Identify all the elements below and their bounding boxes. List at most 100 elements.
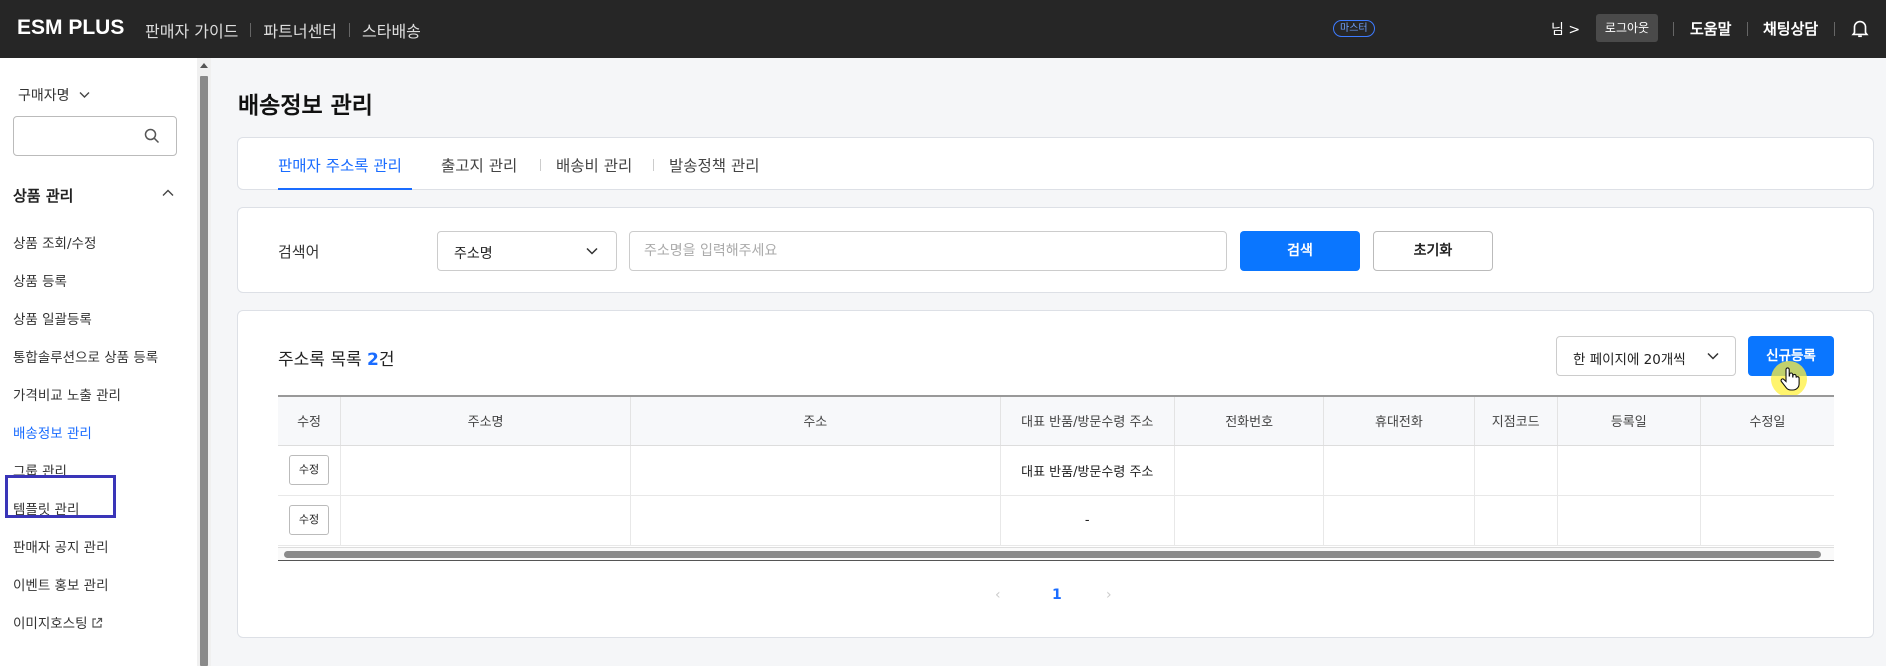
buyer-select[interactable]: 구매자명 bbox=[18, 85, 90, 105]
column-header: 휴대전화 bbox=[1323, 395, 1475, 446]
sidebar-item-solution-register[interactable]: 통합솔루션으로 상품 등록 bbox=[13, 348, 183, 386]
created-date-cell bbox=[1557, 445, 1701, 496]
logout-button[interactable]: 로그아웃 bbox=[1596, 14, 1658, 42]
representative-cell: 대표 반품/방문수령 주소 bbox=[1000, 445, 1176, 496]
search-card: 검색어 주소명 검색 초기화 bbox=[237, 207, 1874, 293]
phone-cell bbox=[1174, 495, 1325, 546]
chevron-up-icon bbox=[162, 189, 174, 196]
tab-shipping-fee[interactable]: 배송비 관리 bbox=[556, 154, 632, 176]
tab-divider bbox=[653, 159, 654, 171]
column-header: 수정 bbox=[278, 395, 342, 446]
scrollbar-thumb[interactable] bbox=[200, 76, 208, 666]
list-count: 2 bbox=[367, 350, 379, 370]
help-link[interactable]: 도움말 bbox=[1690, 18, 1731, 39]
address-name-cell bbox=[340, 495, 632, 546]
tabs-card: 판매자 주소록 관리 출고지 관리 배송비 관리 발송정책 관리 bbox=[237, 137, 1874, 190]
search-field-select[interactable]: 주소명 bbox=[437, 231, 617, 271]
updated-date-cell bbox=[1700, 495, 1834, 546]
chat-support-link[interactable]: 채팅상담 bbox=[1763, 18, 1818, 39]
sidebar-group-label: 상품 관리 bbox=[13, 187, 74, 205]
reset-button[interactable]: 초기화 bbox=[1373, 231, 1493, 271]
search-icon[interactable] bbox=[144, 128, 160, 144]
search-field-value: 주소명 bbox=[454, 246, 493, 262]
created-date-cell bbox=[1557, 495, 1701, 546]
bell-icon[interactable] bbox=[1849, 17, 1871, 39]
table-horizontal-scrollbar[interactable] bbox=[278, 547, 1834, 561]
active-tab-underline bbox=[278, 188, 412, 190]
scroll-up-arrow[interactable] bbox=[200, 63, 208, 68]
top-divider bbox=[1747, 22, 1748, 36]
phone-cell bbox=[1174, 445, 1325, 496]
column-header: 지점코드 bbox=[1474, 395, 1558, 446]
scrollbar-thumb[interactable] bbox=[284, 551, 1821, 558]
nav-star-delivery[interactable]: 스타배송 bbox=[362, 18, 421, 42]
column-header: 전화번호 bbox=[1174, 395, 1325, 446]
nav-seller-guide[interactable]: 판매자 가이드 bbox=[145, 18, 238, 42]
column-header: 대표 반품/방문수령 주소 bbox=[1000, 395, 1176, 446]
active-item-highlight bbox=[5, 475, 116, 518]
sidebar-scrollbar[interactable] bbox=[197, 58, 211, 666]
master-badge: 마스터 bbox=[1333, 20, 1375, 37]
address-list-card: 주소록 목록 2건 한 페이지에 20개씩 신규등록 수정 주소명 주소 대표 … bbox=[237, 310, 1874, 638]
address-table-wrapper: 수정 주소명 주소 대표 반품/방문수령 주소 전화번호 휴대전화 지점코드 등… bbox=[278, 395, 1834, 546]
hand-cursor-icon bbox=[1780, 367, 1800, 391]
sidebar-item-label: 이미지호스팅 bbox=[13, 616, 88, 632]
edit-cell: 수정 bbox=[278, 495, 342, 546]
nav-divider bbox=[250, 23, 252, 37]
sidebar-item-price-compare[interactable]: 가격비교 노출 관리 bbox=[13, 386, 183, 424]
sidebar-group-product-management[interactable]: 상품 관리 bbox=[13, 185, 177, 206]
next-page-button[interactable]: › bbox=[1106, 587, 1112, 603]
address-cell bbox=[630, 445, 1001, 496]
top-divider bbox=[1673, 22, 1674, 36]
list-title-suffix: 건 bbox=[378, 350, 395, 370]
esm-plus-logo[interactable]: ESM PLUS bbox=[17, 16, 124, 40]
sidebar-item-event-promo[interactable]: 이벤트 홍보 관리 bbox=[13, 576, 183, 614]
column-header: 주소명 bbox=[340, 395, 632, 446]
buyer-select-label: 구매자명 bbox=[18, 88, 70, 104]
table-header-row: 수정 주소명 주소 대표 반품/방문수령 주소 전화번호 휴대전화 지점코드 등… bbox=[278, 395, 1834, 446]
sidebar-item-product-register[interactable]: 상품 등록 bbox=[13, 272, 183, 310]
sidebar-menu: 상품 조회/수정 상품 등록 상품 일괄등록 통합솔루션으로 상품 등록 가격비… bbox=[13, 234, 183, 652]
search-input[interactable] bbox=[629, 231, 1227, 271]
address-cell bbox=[630, 495, 1001, 546]
sidebar-item-bulk-register[interactable]: 상품 일괄등록 bbox=[13, 310, 183, 348]
chevron-down-icon bbox=[1707, 352, 1719, 360]
per-page-value: 한 페이지에 20개씩 bbox=[1573, 352, 1686, 368]
address-name-cell bbox=[340, 445, 632, 496]
search-label: 검색어 bbox=[278, 243, 320, 261]
nav-partner-center[interactable]: 파트너센터 bbox=[263, 18, 337, 42]
sidebar-item-shipping-info[interactable]: 배송정보 관리 bbox=[13, 424, 183, 462]
branch-code-cell bbox=[1474, 445, 1558, 496]
table-row: 수정 - bbox=[278, 495, 1834, 546]
sidebar-item-seller-notice[interactable]: 판매자 공지 관리 bbox=[13, 538, 183, 576]
search-button[interactable]: 검색 bbox=[1240, 231, 1360, 271]
per-page-select[interactable]: 한 페이지에 20개씩 bbox=[1556, 336, 1736, 376]
page-number-current[interactable]: 1 bbox=[1052, 587, 1062, 603]
tab-seller-address-book[interactable]: 판매자 주소록 관리 bbox=[278, 154, 402, 176]
column-header: 등록일 bbox=[1557, 395, 1701, 446]
address-table: 수정 주소명 주소 대표 반품/방문수령 주소 전화번호 휴대전화 지점코드 등… bbox=[278, 395, 1834, 546]
mobile-cell bbox=[1323, 445, 1475, 496]
prev-page-button[interactable]: ‹ bbox=[995, 587, 1001, 603]
branch-code-cell bbox=[1474, 495, 1558, 546]
edit-button[interactable]: 수정 bbox=[289, 505, 330, 535]
sidebar-item-product-search[interactable]: 상품 조회/수정 bbox=[13, 234, 183, 272]
sidebar-item-image-hosting[interactable]: 이미지호스팅 bbox=[13, 614, 183, 652]
column-header: 수정일 bbox=[1700, 395, 1834, 446]
column-header: 주소 bbox=[630, 395, 1001, 446]
sidebar-search-input[interactable] bbox=[13, 116, 177, 156]
user-menu[interactable]: 님 > bbox=[1551, 19, 1580, 39]
top-bar: ESM PLUS 판매자 가이드 파트너센터 스타배송 마스터 님 > 로그아웃… bbox=[0, 0, 1886, 58]
chevron-down-icon bbox=[79, 92, 90, 98]
external-link-icon bbox=[91, 617, 102, 628]
sidebar: 구매자명 상품 관리 상품 조회/수정 상품 등록 상품 일괄등록 통합솔루션으… bbox=[0, 58, 197, 666]
top-nav: 판매자 가이드 파트너센터 스타배송 bbox=[145, 18, 421, 42]
page-title: 배송정보 관리 bbox=[238, 93, 373, 119]
mobile-cell bbox=[1323, 495, 1475, 546]
tab-shipping-policy[interactable]: 발송정책 관리 bbox=[669, 154, 760, 176]
edit-button[interactable]: 수정 bbox=[289, 455, 330, 485]
nav-divider bbox=[349, 23, 351, 37]
top-divider bbox=[1834, 22, 1835, 36]
tab-shipping-origin[interactable]: 출고지 관리 bbox=[441, 154, 517, 176]
edit-cell: 수정 bbox=[278, 445, 342, 496]
